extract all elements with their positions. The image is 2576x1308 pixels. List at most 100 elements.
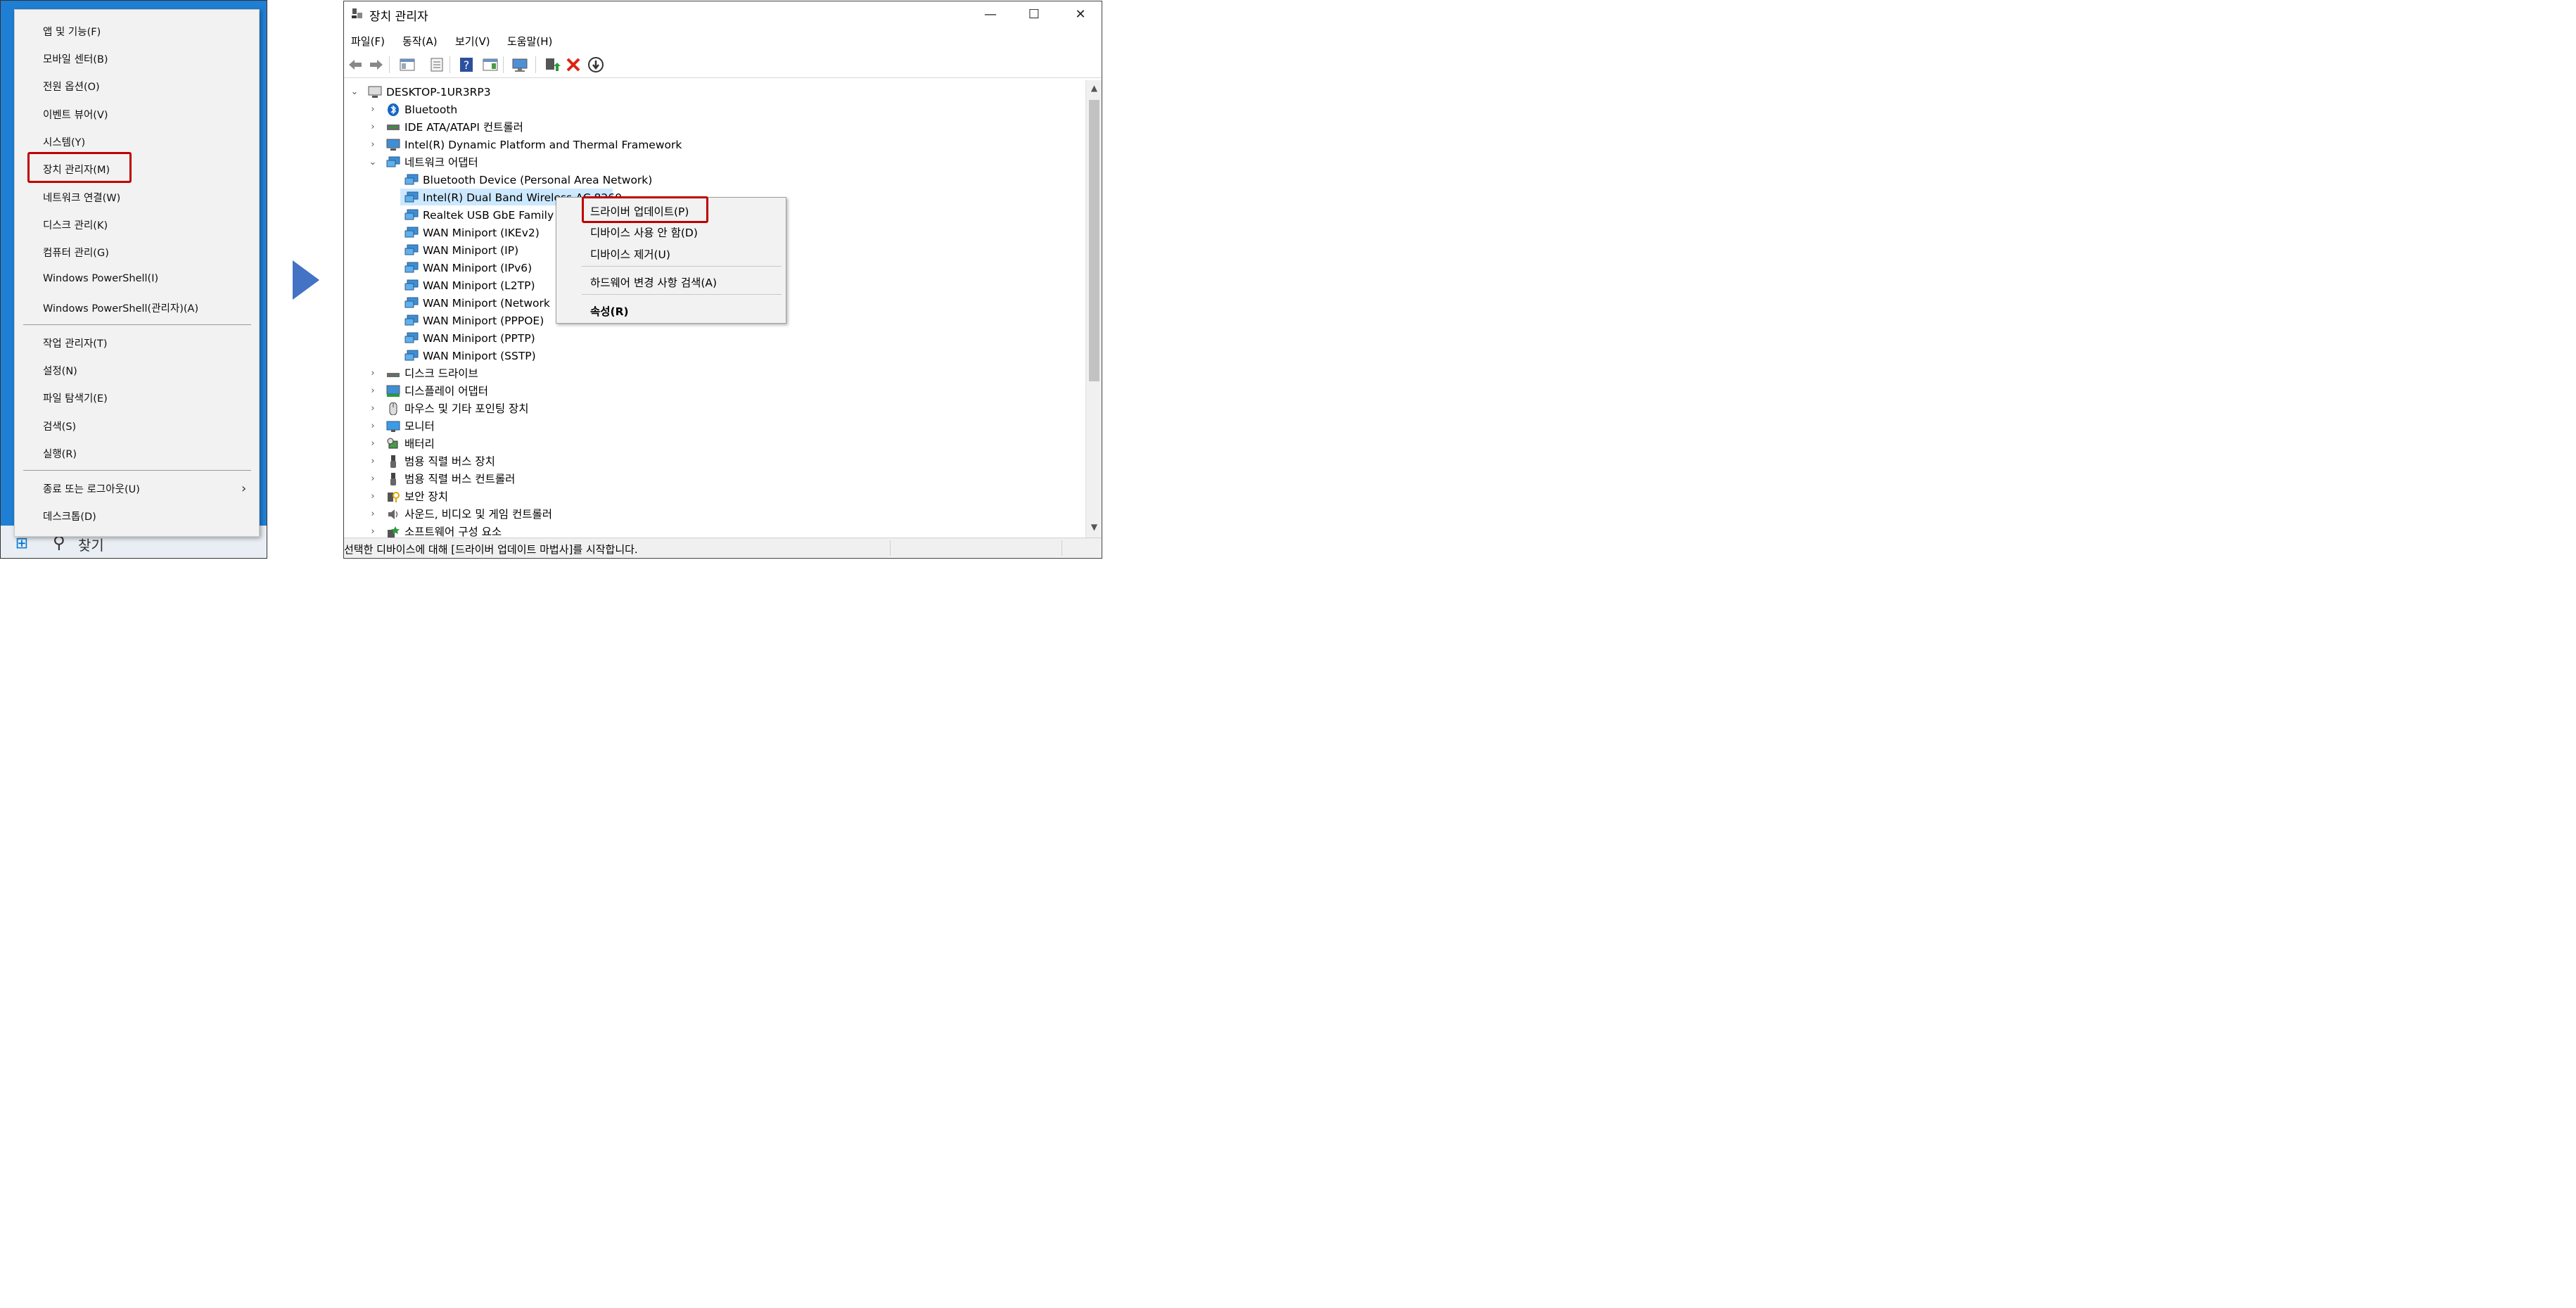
uninstall-device-icon[interactable] [565, 56, 582, 73]
collapse-chevron-icon[interactable]: › [368, 400, 378, 417]
menu-item-settings[interactable]: 설정(N) [43, 363, 77, 378]
window-title: 장치 관리자 [369, 10, 428, 24]
tree-category-network-adapters[interactable]: ⌄ 네트워크 어댑터 [368, 154, 720, 171]
collapse-chevron-icon[interactable]: › [368, 365, 378, 382]
menu-item-apps-features[interactable]: 앱 및 기능(F) [43, 24, 101, 39]
minimize-button[interactable]: — [974, 6, 1007, 24]
collapse-chevron-icon[interactable]: › [368, 418, 378, 435]
status-divider [890, 540, 891, 556]
action-pane-icon[interactable] [482, 56, 499, 73]
properties-icon[interactable] [428, 56, 445, 73]
taskbar-search-label[interactable]: 찾기 [78, 534, 104, 554]
network-adapter-icon [386, 156, 400, 167]
menu-item-disk-management[interactable]: 디스크 관리(K) [43, 217, 108, 232]
category-label: 범용 직렬 버스 장치 [404, 455, 495, 468]
menu-item-shutdown-signout[interactable]: 종료 또는 로그아웃(U) [43, 481, 140, 496]
ctx-disable-device[interactable]: 디바이스 사용 안 함(D) [590, 224, 698, 240]
ctx-update-driver[interactable]: 드라이버 업데이트(P) [590, 203, 689, 219]
tree-category-mice[interactable]: › 마우스 및 기타 포인팅 장치 [368, 400, 720, 417]
network-device-row[interactable]: WAN Miniport (SSTP) [404, 348, 756, 364]
menu-help[interactable]: 도움말(H) [507, 34, 552, 49]
menu-item-search[interactable]: 검색(S) [43, 419, 76, 433]
status-text: 선택한 디바이스에 대해 [드라이버 업데이트 마법사]를 시작합니다. [344, 543, 638, 556]
menu-item-run[interactable]: 실행(R) [43, 446, 77, 461]
ctx-properties[interactable]: 속성(R) [590, 303, 629, 319]
tree-category-monitors[interactable]: › 모니터 [368, 418, 720, 435]
menu-item-file-explorer[interactable]: 파일 탐색기(E) [43, 391, 108, 405]
update-driver-icon[interactable] [544, 56, 561, 73]
tree-category-software-components[interactable]: › 소프트웨어 구성 요소 [368, 523, 790, 538]
scan-hardware-icon[interactable] [511, 56, 528, 73]
collapse-chevron-icon[interactable]: › [368, 471, 378, 488]
tree-root[interactable]: ⌄ DESKTOP-1UR3RP3 [350, 84, 631, 101]
scroll-thumb[interactable] [1089, 100, 1099, 381]
display-adapter-icon [386, 385, 400, 397]
tree-category-display-adapters[interactable]: › 디스플레이 어댑터 [368, 383, 720, 400]
category-label: 배터리 [404, 438, 435, 450]
menu-item-event-viewer[interactable]: 이벤트 뷰어(V) [43, 107, 108, 122]
expand-chevron-icon[interactable]: ⌄ [350, 84, 359, 101]
menu-view[interactable]: 보기(V) [455, 34, 490, 49]
monitor-icon [386, 421, 400, 432]
collapse-chevron-icon[interactable]: › [368, 523, 378, 538]
collapse-chevron-icon[interactable]: › [368, 383, 378, 400]
tree-category-batteries[interactable]: › 배터리 [368, 436, 720, 452]
network-adapter-icon [404, 244, 419, 255]
collapse-chevron-icon[interactable]: › [368, 119, 378, 136]
menu-item-system[interactable]: 시스템(Y) [43, 134, 85, 149]
menu-item-network-connections[interactable]: 네트워크 연결(W) [43, 190, 120, 205]
show-hide-console-tree-icon[interactable] [399, 56, 416, 73]
menu-item-desktop[interactable]: 데스크톱(D) [43, 509, 96, 523]
menu-item-powershell-admin[interactable]: Windows PowerShell(관리자)(A) [43, 300, 198, 315]
menu-separator [23, 324, 251, 325]
download-icon[interactable] [587, 56, 604, 73]
toolbar-separator [535, 56, 536, 73]
collapse-chevron-icon[interactable]: › [368, 488, 378, 505]
menu-file[interactable]: 파일(F) [351, 34, 385, 49]
device-label: WAN Miniport (PPPOE) [423, 315, 544, 327]
menu-action[interactable]: 동작(A) [402, 34, 438, 49]
tree-category-security-devices[interactable]: › 보안 장치 [368, 488, 720, 505]
scroll-down-arrow-icon[interactable]: ▼ [1089, 522, 1099, 535]
tree-category-bluetooth[interactable]: › Bluetooth [368, 101, 720, 118]
vertical-scrollbar[interactable]: ▲ ▼ [1085, 80, 1102, 538]
menu-item-power-options[interactable]: 전원 옵션(O) [43, 79, 100, 94]
ctx-scan-hardware[interactable]: 하드웨어 변경 사항 검색(A) [590, 274, 717, 290]
menu-item-task-manager[interactable]: 작업 관리자(T) [43, 336, 107, 350]
tree-category-disk-drives[interactable]: › 디스크 드라이브 [368, 365, 720, 382]
network-adapter-icon [404, 332, 419, 343]
computer-icon [368, 86, 382, 98]
collapse-chevron-icon[interactable]: › [368, 506, 378, 523]
toolbar-separator [449, 56, 450, 73]
maximize-button[interactable]: ☐ [1018, 6, 1050, 24]
ctx-uninstall-device[interactable]: 디바이스 제거(U) [590, 246, 670, 262]
tree-category-usb-devices[interactable]: › 범용 직렬 버스 장치 [368, 453, 720, 470]
windows-start-icon[interactable]: ⊞ [13, 535, 30, 552]
network-device-row[interactable]: Bluetooth Device (Personal Area Network) [404, 172, 756, 189]
category-label: 디스플레이 어댑터 [404, 385, 489, 398]
forward-arrow-icon[interactable] [368, 56, 385, 73]
scroll-up-arrow-icon[interactable]: ▲ [1089, 83, 1099, 96]
collapse-chevron-icon[interactable]: › [368, 101, 378, 118]
tree-category-ide[interactable]: › IDE ATA/ATAPI 컨트롤러 [368, 119, 720, 136]
menu-item-mobility-center[interactable]: 모바일 센터(B) [43, 51, 108, 66]
status-bar: 선택한 디바이스에 대해 [드라이버 업데이트 마법사]를 시작합니다. [344, 538, 1102, 558]
category-label: 보안 장치 [404, 490, 448, 503]
tree-category-intel-thermal[interactable]: › Intel(R) Dynamic Platform and Thermal … [368, 136, 860, 153]
menu-item-powershell[interactable]: Windows PowerShell(I) [43, 273, 158, 284]
back-arrow-icon[interactable] [347, 56, 364, 73]
close-button[interactable]: ✕ [1064, 6, 1097, 24]
category-label: Bluetooth [404, 103, 458, 116]
collapse-chevron-icon[interactable]: › [368, 453, 378, 470]
category-label: 사운드, 비디오 및 게임 컨트롤러 [404, 508, 553, 521]
mouse-icon [389, 402, 397, 415]
help-icon[interactable]: ? [458, 56, 475, 73]
category-label: Intel(R) Dynamic Platform and Thermal Fr… [404, 139, 682, 151]
network-device-row[interactable]: WAN Miniport (PPTP) [404, 330, 756, 347]
tree-category-sound[interactable]: › 사운드, 비디오 및 게임 컨트롤러 [368, 506, 790, 523]
tree-category-usb-controllers[interactable]: › 범용 직렬 버스 컨트롤러 [368, 471, 720, 488]
expand-chevron-icon[interactable]: ⌄ [368, 154, 378, 171]
menu-item-computer-management[interactable]: 컴퓨터 관리(G) [43, 245, 109, 260]
collapse-chevron-icon[interactable]: › [368, 136, 378, 153]
collapse-chevron-icon[interactable]: › [368, 436, 378, 452]
